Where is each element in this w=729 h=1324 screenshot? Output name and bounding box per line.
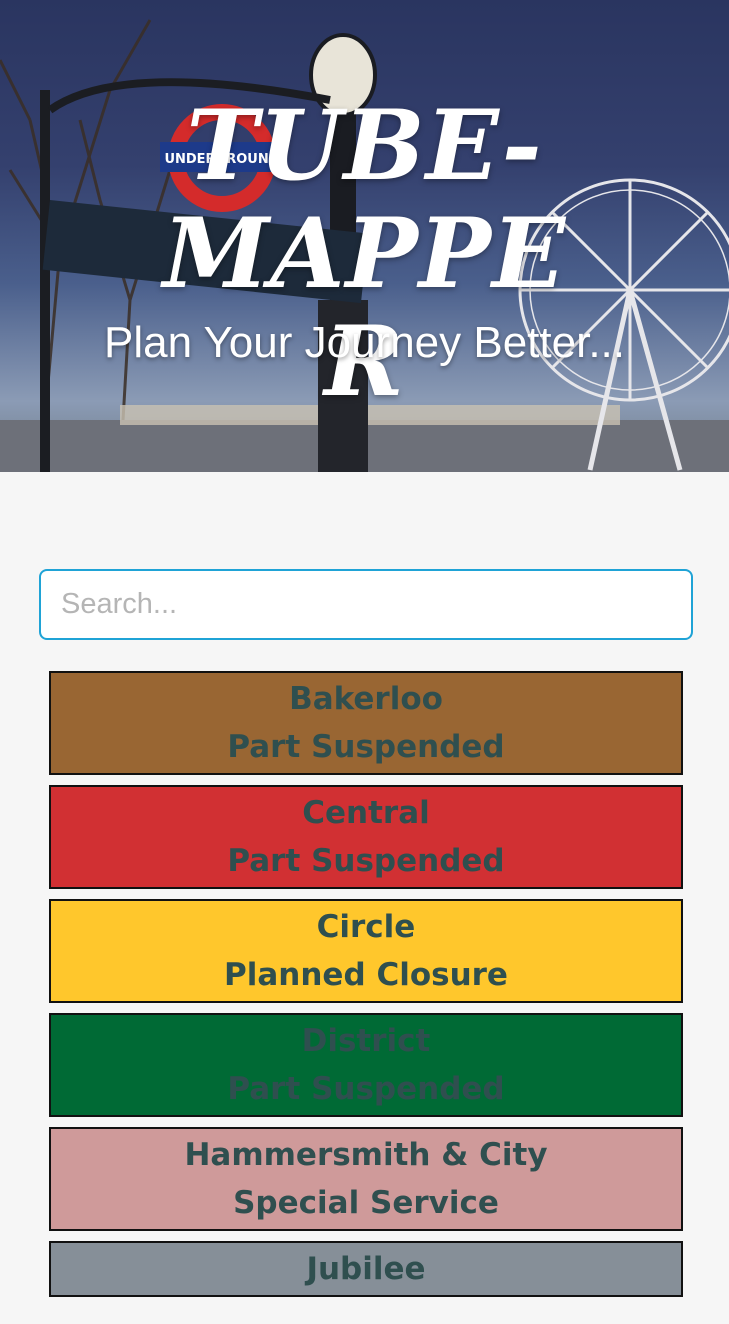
- line-name: Circle: [316, 909, 416, 945]
- line-status: Part Suspended: [227, 1071, 505, 1107]
- hero-banner: UNDERGROUND TUBE-MAPPER Plan Your Journe…: [0, 0, 729, 472]
- line-status: Special Service: [233, 1185, 499, 1221]
- line-name: Hammersmith & City: [184, 1137, 548, 1173]
- site-tagline: Plan Your Journey Better...: [103, 318, 626, 367]
- line-status: Part Suspended: [227, 843, 505, 879]
- line-card-jubilee[interactable]: Jubilee: [49, 1241, 683, 1297]
- line-card-district[interactable]: District Part Suspended: [49, 1013, 683, 1117]
- line-card-hammersmith-city[interactable]: Hammersmith & City Special Service: [49, 1127, 683, 1231]
- line-status: Part Suspended: [227, 729, 505, 765]
- line-status-list: Bakerloo Part Suspended Central Part Sus…: [49, 671, 683, 1307]
- line-card-bakerloo[interactable]: Bakerloo Part Suspended: [49, 671, 683, 775]
- line-name: Central: [302, 795, 430, 831]
- line-card-central[interactable]: Central Part Suspended: [49, 785, 683, 889]
- search-input[interactable]: [39, 569, 693, 640]
- line-status: Planned Closure: [224, 957, 508, 993]
- line-name: District: [301, 1023, 431, 1059]
- line-name: Bakerloo: [289, 681, 443, 717]
- line-name: Jubilee: [306, 1251, 426, 1287]
- line-card-circle[interactable]: Circle Planned Closure: [49, 899, 683, 1003]
